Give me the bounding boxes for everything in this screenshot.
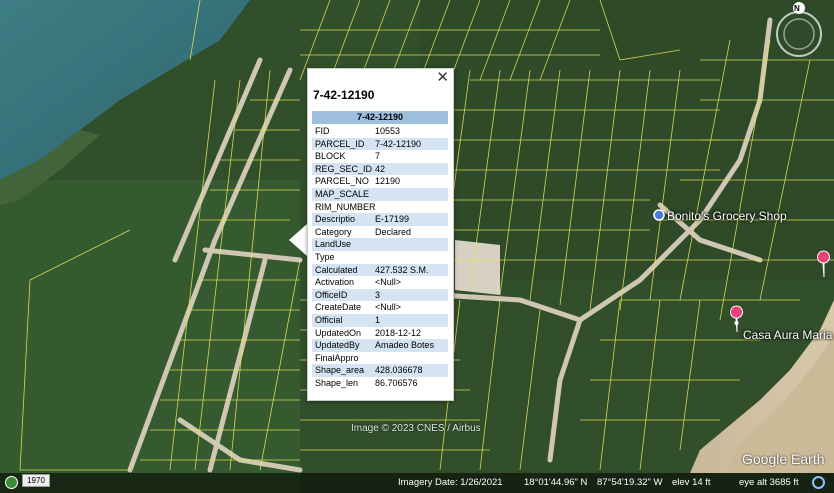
attribute-key: CreateDate [315, 302, 362, 313]
attribute-key: Activation [315, 277, 355, 288]
imagery-date: Imagery Date: 1/26/2021 [398, 477, 503, 488]
close-icon[interactable]: ✕ [436, 68, 449, 86]
attribute-key: Descriptio [315, 214, 356, 225]
historical-imagery-icon[interactable] [5, 476, 18, 489]
compass-north-label: N [794, 4, 800, 13]
attribute-value [375, 238, 448, 251]
attribute-key: FinalAppro [315, 352, 359, 363]
attribute-key: UpdatedBy [315, 340, 360, 351]
attribute-key: BLOCK [315, 151, 346, 162]
attribute-row: FID 10553 [312, 125, 448, 138]
attribute-row: Calculated 427.532 S.M. [312, 263, 448, 277]
imagery-credit: Image © 2023 CNES / Airbus [351, 423, 481, 434]
attribute-value [375, 188, 448, 201]
attribute-value [375, 251, 448, 264]
google-earth-logo: Google Earth [742, 451, 825, 467]
attribute-row: Category Declared [312, 226, 448, 239]
attribute-row: BLOCK 7 [312, 150, 448, 163]
attribute-row: Shape_len 86.706576 [312, 377, 448, 390]
latitude-readout: 18°01'44.96" N [524, 477, 588, 488]
attribute-row: RIM_NUMBER [312, 201, 448, 214]
elevation-readout: elev 14 ft [672, 477, 711, 488]
attribute-row: OfficeID 3 [312, 288, 448, 302]
attribute-row: Official 1 [312, 313, 448, 327]
attribute-value [375, 201, 448, 214]
attribute-value: 10553 [375, 126, 401, 136]
grocery-shop-label[interactable]: Bonito's Grocery Shop [667, 209, 787, 223]
clearing [455, 240, 500, 295]
attribute-row: Activation <Null> [312, 276, 448, 289]
attribute-value: 2018-12-12 [375, 327, 422, 338]
attribute-value: 7-42-12190 [375, 138, 422, 149]
attribute-key: Shape_len [315, 377, 359, 388]
attribute-value: Declared [375, 226, 412, 237]
attribute-value: Amadeo Botes [375, 340, 435, 351]
attribute-value: 7 [375, 151, 381, 162]
attribute-row: MAP_SCALE [312, 187, 448, 201]
attribute-row: FinalAppro [312, 352, 448, 365]
attribute-value [375, 352, 448, 365]
longitude-readout: 87°54'19.32" W [597, 477, 663, 488]
attribute-value: 42 [375, 163, 386, 174]
attribute-value: 86.706576 [375, 377, 418, 388]
attribute-value: 427.532 S.M. [375, 264, 429, 275]
attribute-table-header: 7-42-12190 [312, 111, 448, 124]
attribute-value: 428.036678 [375, 365, 423, 376]
attribute-key: UpdatedOn [315, 327, 362, 338]
attribute-key: MAP_SCALE [315, 188, 370, 199]
attribute-key: Calculated [315, 264, 358, 275]
attribute-key: PARCEL_NO [315, 176, 369, 187]
feature-popup: ✕ 7-42-12190 7-42-12190 FID 10553 PARCEL_I… [307, 68, 454, 401]
eye-altitude-readout: eye alt 3685 ft [739, 477, 799, 488]
attribute-value: 1 [375, 314, 381, 325]
attribute-row: UpdatedBy Amadeo Botes [312, 339, 448, 352]
streaming-icon [812, 476, 825, 489]
attribute-row: UpdatedOn 2018-12-12 [312, 327, 448, 340]
attribute-value: <Null> [375, 302, 402, 313]
attribute-key: RIM_NUMBER [315, 201, 376, 212]
historical-year-badge[interactable]: 1970 [22, 474, 50, 487]
popup-pointer [289, 224, 307, 256]
attribute-key: Official [315, 314, 343, 325]
attribute-value: 3 [375, 289, 381, 300]
attribute-row: Shape_area 428.036678 [312, 364, 448, 377]
status-bar: Imagery Date: 1/26/2021 18°01'44.96" N 8… [0, 473, 834, 493]
attribute-key: FID [315, 126, 330, 136]
attribute-value: <Null> [375, 277, 402, 288]
attribute-row: LandUse [312, 238, 448, 251]
attribute-row: Type [312, 251, 448, 264]
attribute-row: REG_SEC_ID 42 [312, 162, 448, 176]
casa-aura-maria-label[interactable]: Casa Aura Maria [743, 328, 832, 342]
attribute-row: Descriptio E-17199 [312, 213, 448, 226]
attribute-row: CreateDate <Null> [312, 301, 448, 314]
attribute-value: 12190 [375, 176, 401, 187]
attribute-key: REG_SEC_ID [315, 163, 373, 174]
attribute-value: E-17199 [375, 214, 410, 225]
attribute-row: PARCEL_ID 7-42-12190 [312, 137, 448, 151]
attribute-key: OfficeID [315, 289, 348, 300]
attribute-key: Category [315, 226, 352, 237]
attribute-key: PARCEL_ID [315, 138, 365, 149]
popup-title: 7-42-12190 [313, 88, 375, 102]
grocery-pin-icon[interactable] [653, 209, 665, 221]
attribute-table: FID 10553 PARCEL_ID 7-42-12190 BLOCK 7 REG_SEC… [312, 125, 448, 389]
attribute-row: PARCEL_NO 12190 [312, 175, 448, 188]
attribute-key: Type [315, 251, 335, 262]
attribute-key: Shape_area [315, 365, 365, 376]
attribute-key: LandUse [315, 239, 352, 250]
